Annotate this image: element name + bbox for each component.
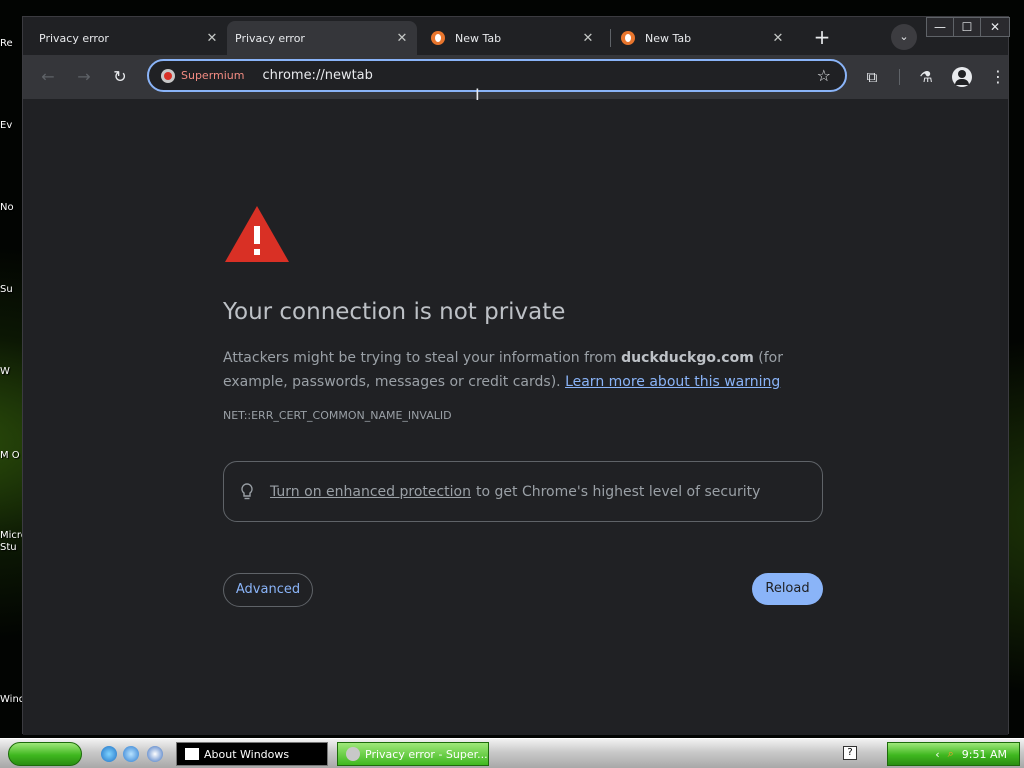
tab-strip: Privacy error ✕ Privacy error ✕ New Tab … bbox=[23, 17, 1010, 55]
close-icon[interactable]: ✕ bbox=[205, 31, 219, 46]
maximize-button[interactable]: ☐ bbox=[953, 17, 981, 37]
search-icon[interactable]: ⌕ bbox=[948, 747, 954, 761]
error-code: NET::ERR_CERT_COMMON_NAME_INVALID bbox=[223, 409, 452, 422]
learn-more-link[interactable]: Learn more about this warning bbox=[565, 374, 780, 390]
window-icon bbox=[185, 748, 199, 760]
task-label: Privacy error - Super... bbox=[365, 747, 488, 761]
site-info-icon[interactable] bbox=[161, 68, 175, 83]
tab-separator bbox=[610, 29, 611, 47]
minimize-button[interactable]: — bbox=[926, 17, 954, 37]
labs-flask-icon[interactable]: ⚗ bbox=[913, 64, 939, 90]
desktop-icon-label[interactable]: W bbox=[0, 366, 24, 377]
tab-privacy-error-2[interactable]: Privacy error ✕ bbox=[227, 21, 417, 55]
enhanced-protection-box: Turn on enhanced protection to get Chrom… bbox=[223, 461, 823, 522]
site-label: Supermium bbox=[181, 69, 245, 82]
supermium-icon bbox=[346, 747, 360, 761]
plus-icon[interactable]: + bbox=[809, 24, 835, 50]
close-window-button[interactable]: ✕ bbox=[980, 17, 1010, 37]
internet-explorer-icon[interactable] bbox=[101, 746, 117, 762]
tab-new-tab-2[interactable]: New Tab ✕ bbox=[613, 21, 793, 55]
desktop-icon-label[interactable]: Su bbox=[0, 284, 24, 295]
more-menu-icon[interactable]: ⋮ bbox=[985, 64, 1011, 90]
toolbar-separator bbox=[899, 69, 900, 85]
arrow-right-icon[interactable]: → bbox=[71, 64, 97, 90]
tray-arrow-icon[interactable]: ‹ bbox=[935, 748, 939, 761]
text-cursor-icon: I bbox=[475, 85, 480, 104]
arrow-left-icon[interactable]: ← bbox=[35, 64, 61, 90]
system-tray: ‹ ⌕ 9:51 AM bbox=[887, 742, 1020, 766]
warning-description: Attackers might be trying to steal your … bbox=[223, 346, 833, 394]
close-icon[interactable]: ✕ bbox=[771, 31, 785, 46]
desktop-icon-label[interactable]: No bbox=[0, 202, 24, 213]
page-content: Your connection is not private Attackers… bbox=[23, 85, 1008, 735]
taskbar-item-privacy-error[interactable]: Privacy error - Super... bbox=[337, 742, 489, 766]
tab-new-tab-1[interactable]: New Tab ✕ bbox=[423, 21, 603, 55]
duckduckgo-icon bbox=[621, 31, 635, 45]
media-player-icon[interactable] bbox=[147, 746, 163, 762]
enhanced-protection-text: to get Chrome's highest level of securit… bbox=[476, 483, 761, 500]
desktop-icon-label[interactable]: Wind bbox=[0, 694, 24, 705]
tab-title: Privacy error bbox=[39, 31, 109, 45]
clock[interactable]: 9:51 AM bbox=[962, 748, 1007, 761]
start-button[interactable] bbox=[8, 742, 82, 766]
enhanced-protection-link[interactable]: Turn on enhanced protection bbox=[270, 484, 471, 500]
reload-icon[interactable]: ↻ bbox=[107, 64, 133, 90]
star-icon[interactable]: ☆ bbox=[817, 66, 831, 85]
address-bar[interactable]: Supermium chrome://newtab ☆ bbox=[147, 59, 847, 92]
tab-title: New Tab bbox=[645, 31, 692, 45]
desktop-icon-label[interactable]: Micro Stu bbox=[0, 530, 24, 554]
tab-title: Privacy error bbox=[235, 31, 305, 45]
tab-title: New Tab bbox=[455, 31, 502, 45]
chevron-down-icon[interactable]: ⌄ bbox=[891, 24, 917, 50]
desktop-icon-label[interactable]: Ev bbox=[0, 120, 24, 131]
browser-window: Privacy error ✕ Privacy error ✕ New Tab … bbox=[22, 16, 1010, 735]
help-icon[interactable]: ? bbox=[843, 746, 857, 760]
reload-button[interactable]: Reload bbox=[752, 573, 823, 605]
taskbar: About Windows Privacy error - Super... ?… bbox=[0, 738, 1024, 768]
warning-triangle-icon bbox=[223, 204, 291, 268]
url-text[interactable]: chrome://newtab bbox=[263, 68, 817, 83]
domain-name: duckduckgo.com bbox=[621, 350, 754, 366]
advanced-button[interactable]: Advanced bbox=[223, 573, 313, 607]
browser-quicklaunch-icon[interactable] bbox=[123, 746, 139, 762]
profile-avatar-icon[interactable] bbox=[952, 67, 972, 87]
tab-privacy-error-1[interactable]: Privacy error ✕ bbox=[31, 21, 227, 55]
duckduckgo-icon bbox=[431, 31, 445, 45]
desktop-icon-label[interactable]: M O bbox=[0, 450, 24, 462]
close-icon[interactable]: ✕ bbox=[581, 31, 595, 46]
task-label: About Windows bbox=[204, 747, 290, 761]
desktop-icon-label[interactable]: Re bbox=[0, 38, 24, 49]
toolbar: ← → ↻ Supermium chrome://newtab ☆ ⧉ ⚗ ⋮ bbox=[23, 55, 1008, 99]
close-icon[interactable]: ✕ bbox=[395, 31, 409, 46]
page-title: Your connection is not private bbox=[223, 299, 566, 325]
description-text: Attackers might be trying to steal your … bbox=[223, 350, 617, 366]
taskbar-item-about-windows[interactable]: About Windows bbox=[176, 742, 328, 766]
extensions-icon[interactable]: ⧉ bbox=[859, 64, 885, 90]
lightbulb-icon bbox=[241, 482, 253, 499]
